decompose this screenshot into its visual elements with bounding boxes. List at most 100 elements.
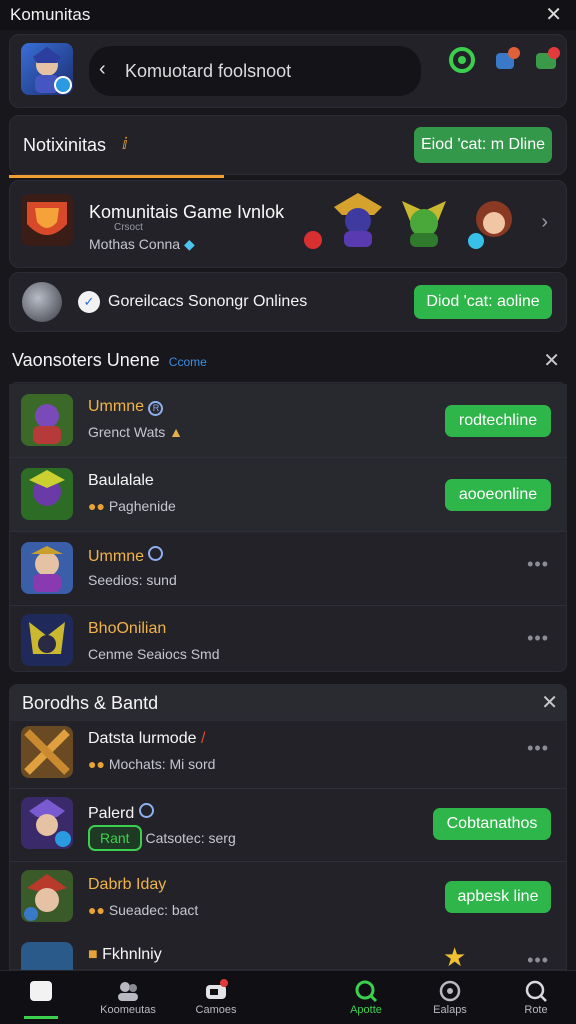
nav-label: Ealaps (433, 1004, 467, 1016)
community-small-text: Crsoct (114, 222, 143, 233)
status-ring-icon[interactable] (447, 45, 477, 75)
chevron-right-icon[interactable]: › (541, 211, 548, 234)
player-name: BhoOnilian (88, 620, 167, 637)
more-options-icon[interactable]: ••• (527, 950, 549, 970)
notifications-card: Notixinitas ⅈ Eiod 'cat: m Dline (9, 115, 567, 175)
list-item[interactable]: Baulalale ●● Paghenide aooeonline (9, 458, 567, 531)
window-titlebar: Komunitas ✕ (0, 0, 576, 30)
more-options-icon[interactable]: ••• (527, 554, 549, 575)
badge-icon: R (148, 401, 164, 416)
section-title: Borodhs & Bantd (22, 693, 159, 713)
list-item[interactable]: Dabrb Iday ●● Sueadec: bact apbesk line (9, 862, 567, 935)
player-avatar (21, 468, 73, 520)
player-status: Grenct Wats ▲ (88, 424, 184, 440)
search-input[interactable]: ‹ Komuotard foolsnoot (89, 46, 421, 96)
flame-icon: / (200, 730, 206, 747)
player-name: Dabrb Iday (88, 876, 167, 893)
player-name: ■ Fkhnlniy (88, 946, 162, 963)
community-logo (21, 194, 73, 246)
nav-label: Camoes (195, 1004, 237, 1016)
list-item[interactable]: Ummne R Grenct Wats ▲ rodtechline (9, 384, 567, 457)
close-icon[interactable]: ✕ (545, 2, 562, 27)
hero-portrait-3 (466, 195, 518, 251)
search-icon (524, 979, 548, 1003)
player-name: Ummne R (88, 398, 164, 416)
online-banner-button[interactable]: Diod 'cat: aoline (414, 285, 552, 319)
player-name: Baulalale (88, 472, 154, 489)
nav-label: Rote (524, 1004, 548, 1016)
invite-button[interactable]: apbesk line (445, 881, 551, 913)
player-avatar (21, 394, 73, 446)
community-subtitle: Mothas Conna ◆ (89, 236, 195, 252)
nav-label: Apotte (350, 1004, 382, 1016)
nav-games[interactable]: Camoes (168, 971, 264, 1024)
more-options-icon[interactable]: ••• (527, 628, 549, 649)
search-icon (354, 979, 378, 1003)
invite-button[interactable]: rodtechline (445, 405, 551, 437)
window-title: Komunitas (10, 5, 91, 24)
nav-label: Koomeutas (100, 1004, 156, 1016)
player-name: Datsta lurmode / (88, 730, 206, 747)
invite-button[interactable]: Cobtanathos (433, 808, 551, 840)
nav-communities[interactable]: Koomeutas (80, 971, 176, 1024)
hero-portrait-1 (330, 191, 386, 249)
compass-icon (438, 979, 462, 1003)
more-options-icon[interactable]: ••• (527, 738, 549, 759)
online-banner: ✓ Goreilcacs Sonongr Onlines Diod 'cat: … (9, 272, 567, 332)
section-header-bands: Borodhs & Bantd ✕ (9, 684, 567, 720)
bottom-navigation: Koomeutas Camoes Apotte Ealaps Rote (0, 970, 576, 1024)
notification-bell-icon[interactable] (532, 45, 562, 73)
gamepad-icon (204, 979, 228, 1003)
badge-icon (148, 546, 164, 561)
diamond-icon: ◆ (183, 236, 195, 252)
notifications-online-button[interactable]: Eiod 'cat: m Dline (414, 127, 552, 163)
player-status: Cenme Seaiocs Smd (88, 646, 220, 662)
player-avatar (21, 542, 73, 594)
list-item[interactable]: Palerd Rant Catsotec: serg Cobtanathos (9, 789, 567, 862)
flag-icon: ■ (88, 946, 98, 963)
close-section-icon[interactable]: ✕ (543, 348, 560, 373)
player-avatar (21, 870, 73, 922)
online-banner-text: Goreilcacs Sonongr Onlines (108, 293, 308, 310)
online-avatar (22, 282, 62, 322)
list-item[interactable]: Ummne Seedios: sund ••• (9, 532, 567, 605)
section-header-recent: Vaonsoters Unene Ccome ✕ (0, 342, 576, 380)
section-title: Vaonsoters Unene Ccome (12, 350, 207, 370)
star-icon: ★ (443, 942, 467, 970)
trophy-icon: ▲ (169, 424, 184, 440)
badge-icon (138, 803, 154, 818)
player-avatar (21, 614, 73, 666)
player-name: Ummne (88, 546, 164, 566)
list-item[interactable]: Datsta lurmode / ●● Mochats: Mi sord ••• (9, 716, 567, 789)
player-name: Palerd (88, 803, 154, 823)
player-status: ●● Paghenide (88, 498, 176, 514)
profile-avatar[interactable] (21, 43, 73, 95)
friends-icon[interactable] (492, 45, 522, 73)
active-tab-underline (9, 175, 224, 178)
nav-search[interactable]: Apotte (318, 971, 414, 1024)
community-title: Komunitais Game Ivnlok (89, 202, 285, 222)
medal-icon: ●● (88, 498, 105, 514)
medal-icon: ●● (88, 902, 105, 918)
home-icon (30, 981, 52, 1001)
ruby-gem-icon (304, 231, 322, 249)
nav-explore[interactable]: Ealaps (402, 971, 498, 1024)
search-header: ‹ Komuotard foolsnoot (9, 34, 567, 108)
player-avatar (21, 942, 73, 970)
list-item[interactable]: BhoOnilian Cenme Seaiocs Smd ••• (9, 606, 567, 679)
player-status: ●● Mochats: Mi sord (88, 756, 216, 772)
player-status: Rant Catsotec: serg (88, 825, 236, 851)
people-icon (116, 979, 140, 1003)
close-section-icon[interactable]: ✕ (541, 690, 558, 715)
player-avatar (21, 797, 73, 849)
medal-icon: ●● (88, 756, 105, 772)
back-arrow-icon[interactable]: ‹ (99, 58, 106, 81)
list-item[interactable]: ■ Fkhnlniy ★ ••• (9, 934, 567, 970)
verified-check-icon: ✓ (78, 291, 100, 313)
pencil-icon: ⅈ (122, 136, 128, 153)
invite-button[interactable]: aooeonline (445, 479, 551, 511)
status-pill: Rant (88, 825, 142, 851)
nav-profile[interactable]: Rote (488, 971, 576, 1024)
active-indicator (24, 1009, 58, 1019)
community-game-card[interactable]: Komunitais Game Ivnlok Crsoct Mothas Con… (9, 180, 567, 268)
